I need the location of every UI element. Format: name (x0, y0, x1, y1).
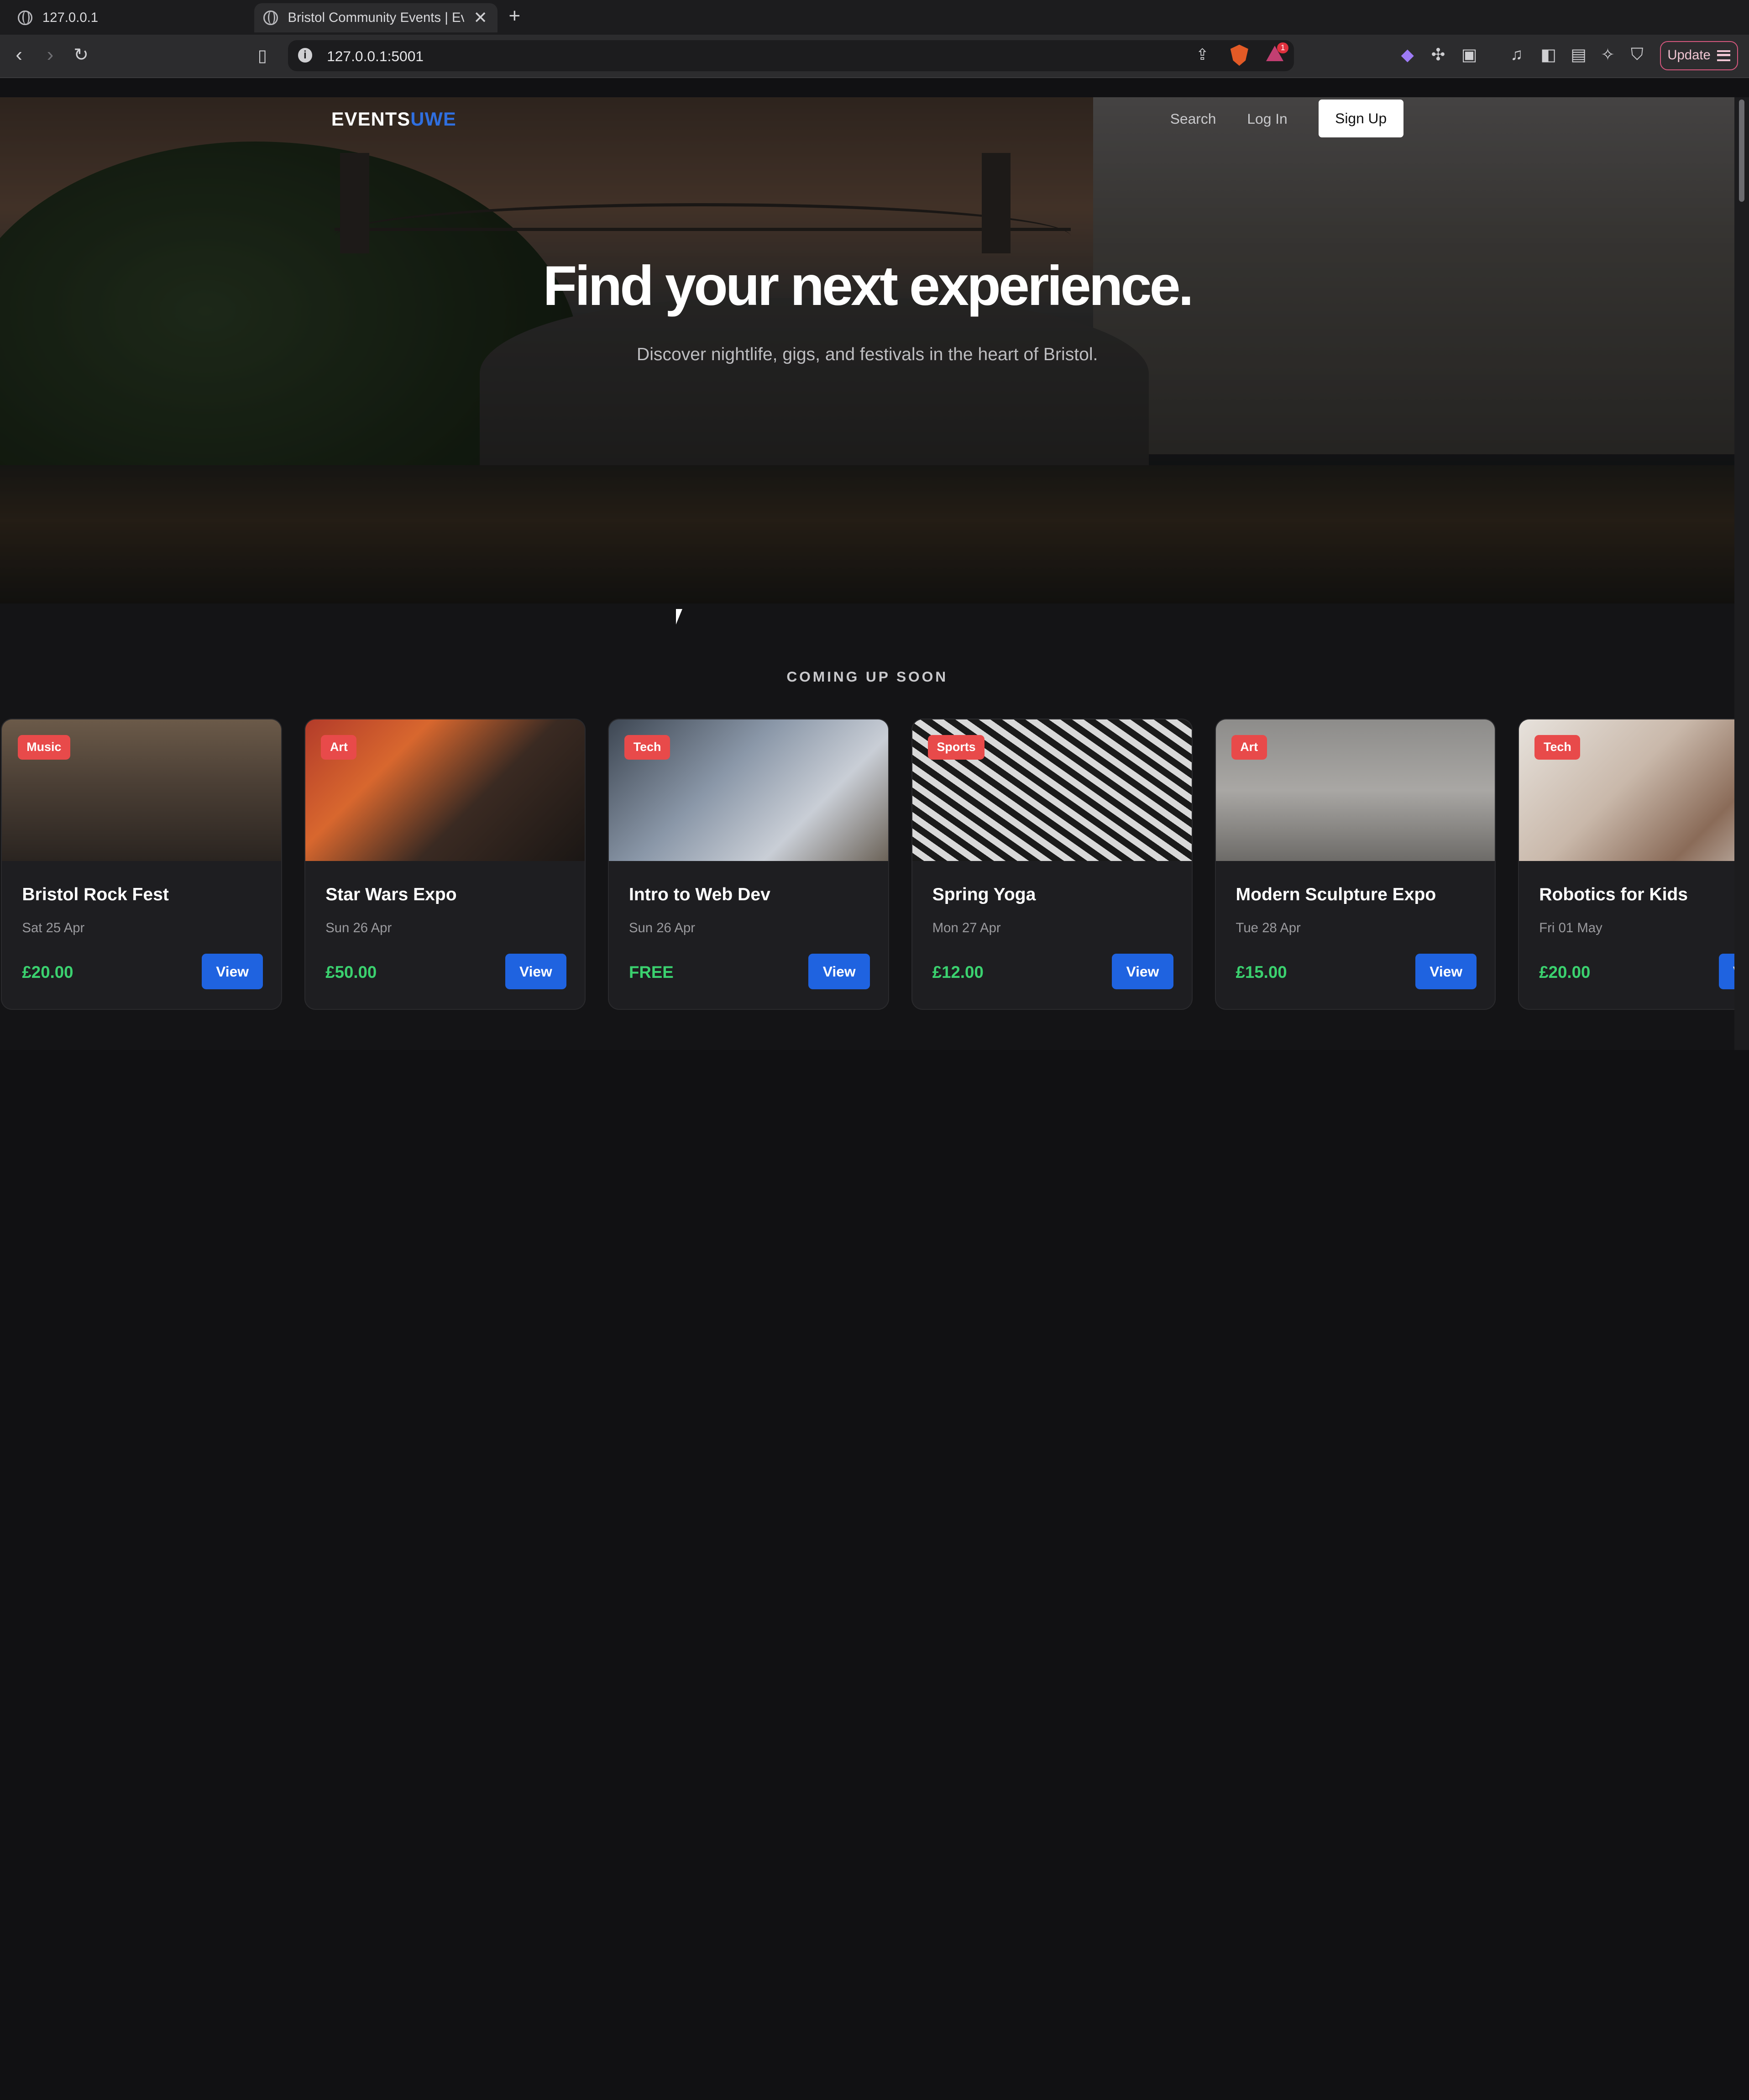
globe-icon (18, 10, 32, 25)
leo-ai-icon[interactable]: ✧ (1601, 45, 1615, 64)
view-event-button[interactable]: View (201, 954, 263, 990)
event-card[interactable]: Tech Intro to Web Dev Sun 26 Apr FREE Vi… (607, 718, 889, 1010)
tab-bar: 127.0.0.1 Bristol Community Events | Ev … (0, 0, 1749, 35)
site-logo[interactable]: EVENTSUWE (331, 108, 456, 130)
close-icon[interactable]: ✕ (473, 8, 487, 27)
event-title[interactable]: Spring Yoga (932, 885, 1036, 905)
menu-icon[interactable] (1717, 50, 1731, 61)
category-badge: Art (321, 735, 357, 760)
view-event-button[interactable]: View (1112, 954, 1173, 990)
event-card[interactable]: Art Modern Sculpture Expo Tue 28 Apr £15… (1215, 718, 1496, 1010)
category-badge: Art (1231, 735, 1267, 760)
extensions-icon[interactable]: ✣ (1431, 45, 1445, 64)
event-price: £12.00 (932, 962, 984, 982)
event-date: Sun 26 Apr (628, 920, 695, 935)
event-card[interactable]: Sports Spring Yoga Mon 27 Apr £12.00 Vie… (911, 718, 1193, 1010)
view-event-button[interactable]: View (505, 954, 567, 990)
site-header: EVENTSUWE Search Log In Sign Up (0, 97, 1734, 142)
event-date: Sat 25 Apr (22, 920, 85, 935)
page-scrollbar[interactable] (1734, 97, 1749, 1050)
globe-icon (263, 10, 278, 25)
site-info-icon[interactable]: i (298, 48, 313, 63)
signup-button[interactable]: Sign Up (1318, 99, 1403, 137)
view-event-button[interactable]: View (808, 954, 870, 990)
sidebar-icon[interactable]: ◧ (1540, 45, 1556, 64)
event-date: Tue 28 Apr (1236, 920, 1301, 935)
address-url[interactable]: 127.0.0.1:5001 (327, 48, 424, 65)
event-card[interactable]: Music Bristol Rock Fest Sat 25 Apr £20.0… (1, 718, 283, 1010)
logo-text: EVENTS (331, 108, 411, 130)
tab-title: Bristol Community Events | Ev (288, 10, 464, 26)
event-price: FREE (628, 962, 674, 982)
hero-subtitle: Discover nightlife, gigs, and festivals … (637, 345, 1098, 365)
category-badge: Music (17, 735, 70, 760)
share-icon[interactable]: ⇪ (1196, 46, 1209, 64)
update-label: Update (1667, 47, 1711, 63)
event-title[interactable]: Intro to Web Dev (629, 885, 770, 905)
event-card[interactable]: Tech Robotics for Kids Fri 01 May £20.00… (1518, 718, 1735, 1010)
reload-icon[interactable]: ↻ (73, 45, 89, 65)
event-title[interactable]: Robotics for Kids (1539, 885, 1688, 905)
tab-title: 127.0.0.1 (42, 10, 99, 26)
view-event-button[interactable]: View (1415, 954, 1477, 990)
event-price: £15.00 (1236, 962, 1287, 982)
nav-search-link[interactable]: Search (1170, 110, 1216, 127)
media-icon[interactable]: ♫ (1510, 45, 1523, 64)
event-date: Fri 01 May (1539, 920, 1602, 935)
mouse-cursor (676, 609, 682, 625)
hero-section: EVENTSUWE Search Log In Sign Up Find you… (0, 97, 1735, 604)
section-title: COMING UP SOON (786, 668, 948, 685)
event-date: Mon 27 Apr (932, 920, 1001, 935)
forward-icon[interactable]: › (47, 43, 54, 66)
vpn-shield-icon[interactable]: ⛉ (1631, 45, 1644, 64)
event-price: £50.00 (325, 962, 377, 982)
screenshot-icon[interactable]: ▣ (1461, 45, 1477, 64)
category-badge: Tech (624, 735, 670, 760)
browser-window: 127.0.0.1 Bristol Community Events | Ev … (0, 0, 1749, 1050)
rewards-badge: 1 (1277, 42, 1288, 54)
view-event-button[interactable]: View (1718, 954, 1735, 990)
event-title[interactable]: Modern Sculpture Expo (1236, 885, 1436, 905)
address-bar[interactable]: i 127.0.0.1:5001 ⇪ 1 (288, 40, 1294, 72)
event-date: Sun 26 Apr (325, 920, 392, 935)
tab-bristol-events[interactable]: Bristol Community Events | Ev ✕ (254, 3, 497, 32)
back-icon[interactable]: ‹ (16, 43, 22, 66)
event-price: £20.00 (1539, 962, 1591, 982)
scrollbar-thumb[interactable] (1739, 99, 1745, 202)
bookmark-icon[interactable]: ▯ (258, 46, 267, 65)
hero-title: Find your next experience. (543, 254, 1194, 317)
logo-accent-text: UWE (410, 108, 456, 130)
new-tab-button[interactable]: + (508, 5, 520, 27)
event-title[interactable]: Bristol Rock Fest (22, 885, 169, 905)
event-card[interactable]: Art Star Wars Expo Sun 26 Apr £50.00 Vie… (304, 718, 586, 1010)
category-badge: Sports (927, 735, 985, 760)
brave-shields-icon[interactable] (1230, 44, 1248, 66)
tab-localhost[interactable]: 127.0.0.1 (9, 3, 243, 32)
category-badge: Tech (1534, 735, 1581, 760)
browser-toolbar: ‹ › ↻ ▯ i 127.0.0.1:5001 ⇪ 1 ◆ ✣ ▣ ♫ ◧ ▤… (0, 34, 1749, 79)
page-viewport: EVENTSUWE Search Log In Sign Up Find you… (0, 97, 1735, 1050)
wallet-extension-icon[interactable]: ◆ (1401, 45, 1414, 64)
event-title[interactable]: Star Wars Expo (325, 885, 457, 905)
update-button[interactable]: Update (1660, 41, 1738, 70)
wallet-icon[interactable]: ▤ (1571, 45, 1587, 64)
nav-login-link[interactable]: Log In (1247, 110, 1287, 127)
event-price: £20.00 (22, 962, 73, 982)
